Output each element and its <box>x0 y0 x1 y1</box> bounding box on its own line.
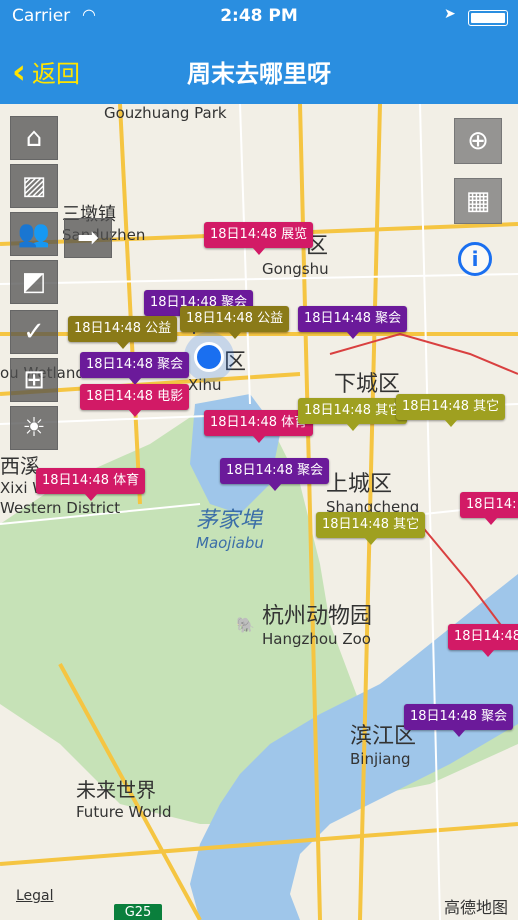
place-shangcheng: 上城区 Shangcheng <box>326 466 419 516</box>
place-maojiabu: 茅家埠 Maojiabu <box>196 502 264 552</box>
place-shangcheng-cn: 上城区 <box>326 472 393 497</box>
place-zoo: 杭州动物园 Hangzhou Zoo <box>262 598 372 648</box>
current-location-icon <box>194 342 224 372</box>
place-maojiabu-cn: 茅家埠 <box>196 508 263 533</box>
place-xiacheng: 下城区 <box>334 372 401 397</box>
info-icon[interactable]: i <box>458 242 492 276</box>
battery-icon <box>468 10 508 26</box>
event-tag[interactable]: 18日14:48 展览 <box>204 222 314 255</box>
photos-icon[interactable]: ◩ <box>10 260 58 304</box>
event-tag[interactable]: 18日14:48 公益 <box>68 316 178 349</box>
picture-icon[interactable]: ▨ <box>10 164 58 208</box>
event-tag[interactable]: 18日14:48 聚会 <box>404 704 514 737</box>
event-tag[interactable]: 18日14: <box>460 492 518 525</box>
event-tag[interactable]: 18日14:48 <box>448 624 518 657</box>
event-tag[interactable]: 18日14:48 其它 <box>316 512 426 545</box>
place-xihu-cn: 区 <box>224 350 247 375</box>
location-arrow-icon: ➤ <box>444 6 456 22</box>
event-tag[interactable]: 18日14:48 其它 <box>396 394 506 427</box>
place-maojiabu-en: Maojiabu <box>196 534 264 552</box>
status-time: 2:48 PM <box>220 6 298 26</box>
place-xihu-en: Xihu <box>188 376 222 394</box>
place-zoo-cn: 杭州动物园 <box>262 604 373 629</box>
locate-icon[interactable]: ⊕ <box>454 118 502 164</box>
place-zoo-en: Hangzhou Zoo <box>262 630 371 648</box>
event-tag[interactable]: 18日14:48 体育 <box>204 410 314 443</box>
place-future-world: 未来世界 Future World <box>76 774 172 821</box>
event-tag[interactable]: 18日14:48 聚会 <box>80 352 190 385</box>
page-title: 周末去哪里呀 <box>187 60 331 88</box>
place-binjiang-en: Binjiang <box>350 750 411 768</box>
highway-shield: G25 <box>114 904 162 920</box>
event-tag[interactable]: 18日14:48 聚会 <box>298 306 408 339</box>
legal-link[interactable]: Legal <box>16 888 54 904</box>
windows-icon[interactable]: ⊞ <box>10 358 58 402</box>
home-icon[interactable]: ⌂ <box>10 116 58 160</box>
event-tag[interactable]: 18日14:48 体育 <box>36 468 146 501</box>
status-bar: Carrier ◠ 2:48 PM ➤ <box>0 0 518 34</box>
traffic-icon[interactable]: ▦ <box>454 178 502 224</box>
event-tag[interactable]: 18日14:48 聚会 <box>220 458 330 491</box>
map-provider-logo: 高德地图 <box>443 898 508 917</box>
elephant-icon: 🐘 <box>236 616 255 634</box>
event-tag[interactable]: 18日14:48 其它 <box>298 398 408 431</box>
weather-icon[interactable]: ☀ <box>10 406 58 450</box>
place-western: Western District <box>0 499 121 517</box>
place-future-cn: 未来世界 <box>76 778 156 802</box>
place-future-en: Future World <box>76 803 172 821</box>
map-view[interactable]: Gouzhuang Park 三墩镇Sanduzhen 区Gongshu 区Xi… <box>0 104 518 920</box>
people-icon[interactable]: 👥 <box>10 212 58 256</box>
event-tag[interactable]: 18日14:48 电影 <box>80 384 190 417</box>
place-wetland-cn: 西溪 <box>0 454 40 478</box>
arrow-icon[interactable]: ➡ <box>64 218 112 258</box>
place-gongshu-en: Gongshu <box>262 260 329 278</box>
event-tag[interactable]: 18日14:48 公益 <box>180 306 290 339</box>
navigation-bar: ‹ 返回 周末去哪里呀 <box>0 34 518 104</box>
check-icon[interactable]: ✓ <box>10 310 58 354</box>
place-gouzhuang: Gouzhuang Park <box>104 104 227 122</box>
